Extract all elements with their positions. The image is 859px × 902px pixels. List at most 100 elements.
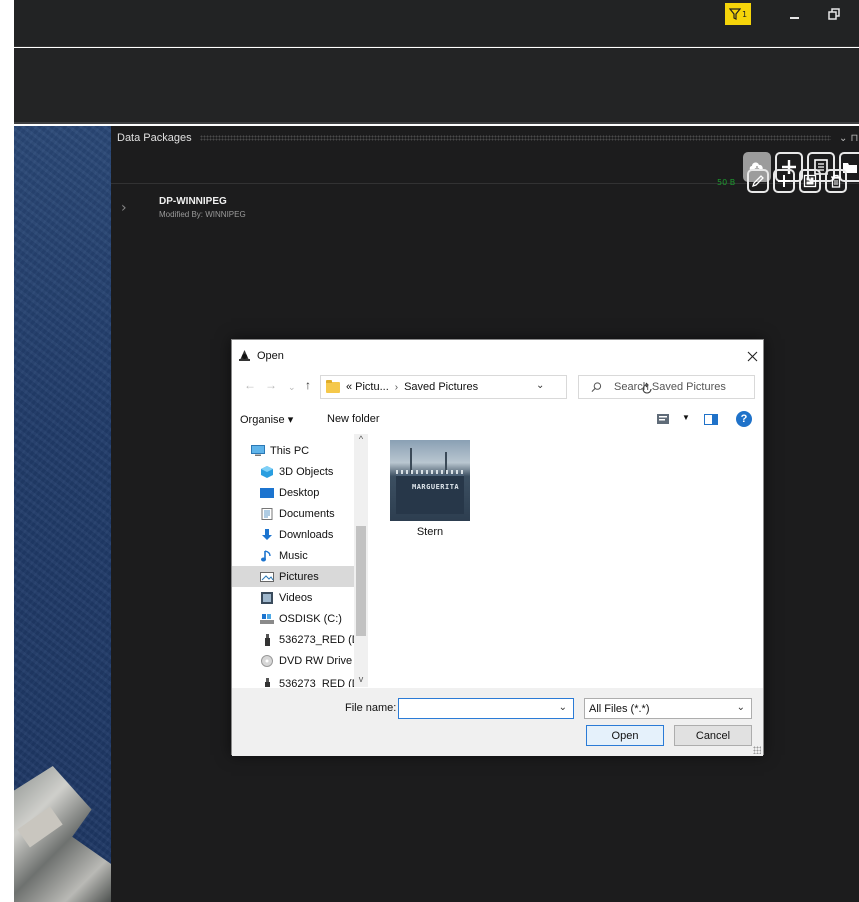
panel-pin-icon[interactable]: ⌄ ⊓ bbox=[839, 133, 859, 144]
nav-item-downloads[interactable]: Downloads bbox=[232, 524, 354, 545]
minimize-button[interactable] bbox=[788, 3, 802, 25]
file-type-select[interactable]: All Files (*.*) ⌄ bbox=[584, 698, 752, 719]
scroll-down-icon[interactable]: v bbox=[354, 674, 368, 686]
forward-arrow-icon[interactable]: → bbox=[265, 378, 277, 392]
nav-item-label: Desktop bbox=[279, 486, 320, 499]
file-list: MARGUERITA Stern bbox=[372, 434, 763, 687]
panel-drag-handle[interactable] bbox=[199, 135, 831, 141]
breadcrumb-saved-pictures[interactable]: Saved Pictures bbox=[404, 381, 478, 393]
nav-item-usb-drive-2[interactable]: 536273_RED (D:) bbox=[232, 673, 366, 687]
ribbon-area bbox=[14, 48, 859, 124]
address-bar[interactable]: « Pictu... › Saved Pictures ⌄ bbox=[320, 375, 652, 399]
nav-item-videos[interactable]: Videos bbox=[232, 587, 354, 608]
search-box[interactable] bbox=[578, 375, 755, 399]
dvd-icon bbox=[261, 654, 273, 667]
delete-package-button[interactable] bbox=[825, 169, 847, 193]
navigation-pane: This PC 3D Objects Desktop Documents Dow… bbox=[232, 434, 368, 687]
restore-icon bbox=[828, 8, 840, 20]
nav-item-label: This PC bbox=[270, 444, 310, 457]
dialog-title: Open bbox=[257, 350, 284, 362]
view-dropdown-icon[interactable]: ▼ bbox=[682, 413, 690, 422]
nav-item-pictures[interactable]: Pictures bbox=[232, 566, 354, 587]
nav-item-label: Videos bbox=[279, 591, 313, 604]
help-button[interactable]: ? bbox=[736, 411, 752, 427]
chevron-right-icon[interactable]: › bbox=[121, 200, 131, 216]
computer-icon bbox=[251, 444, 265, 456]
package-modified: Modified By: WINNIPEG bbox=[159, 210, 246, 219]
nav-item-this-pc[interactable]: This PC bbox=[232, 440, 354, 461]
nav-item-dvd-drive[interactable]: DVD RW Drive (E bbox=[232, 650, 366, 671]
package-size: 50 B bbox=[717, 178, 736, 187]
file-name-label: Stern bbox=[416, 526, 444, 538]
nav-item-osdisk[interactable]: OSDISK (C:) bbox=[232, 608, 354, 629]
dialog-footer: File name: ⌄ All Files (*.*) ⌄ Open Canc… bbox=[232, 688, 763, 756]
open-button[interactable]: Open bbox=[586, 725, 664, 746]
back-arrow-icon[interactable]: ← bbox=[244, 378, 256, 392]
file-name-combobox[interactable]: ⌄ bbox=[398, 698, 574, 719]
filter-badge[interactable]: 1 bbox=[725, 3, 751, 25]
preview-pane-icon[interactable] bbox=[704, 414, 718, 425]
ship-name-text: MARGUERITA bbox=[412, 483, 460, 491]
dialog-titlebar[interactable]: Open bbox=[232, 340, 763, 370]
nav-item-desktop[interactable]: Desktop bbox=[232, 482, 354, 503]
trash-icon bbox=[831, 174, 841, 188]
desktop-icon bbox=[260, 487, 274, 498]
nav-item-label: Documents bbox=[279, 507, 335, 520]
map-view[interactable] bbox=[14, 126, 111, 902]
file-item[interactable]: MARGUERITA Stern bbox=[388, 440, 472, 542]
contents-icon bbox=[803, 174, 817, 188]
open-file-dialog: Open ← → ⌄ ↑ « Pictu... › Saved Pictures… bbox=[231, 339, 764, 756]
3d-objects-icon bbox=[261, 465, 273, 478]
minimize-icon bbox=[790, 17, 799, 19]
search-icon bbox=[591, 382, 602, 392]
dialog-close-button[interactable] bbox=[742, 346, 762, 366]
nav-item-label: OSDISK (C:) bbox=[279, 612, 342, 625]
package-actions bbox=[747, 169, 847, 193]
add-item-button[interactable] bbox=[773, 169, 795, 193]
nav-item-music[interactable]: Music bbox=[232, 545, 354, 566]
pencil-icon bbox=[751, 175, 764, 188]
edit-package-button[interactable] bbox=[747, 169, 769, 193]
new-folder-button[interactable]: New folder bbox=[327, 413, 380, 425]
nav-item-label: Music bbox=[279, 549, 308, 562]
breadcrumb-pictures[interactable]: Pictu... bbox=[355, 381, 389, 393]
plus-icon bbox=[778, 175, 790, 187]
nav-item-usb-drive[interactable]: 536273_RED (D:) bbox=[232, 629, 366, 650]
scroll-up-icon[interactable]: ^ bbox=[354, 434, 368, 446]
dialog-navbar: ← → ⌄ ↑ « Pictu... › Saved Pictures ⌄ bbox=[232, 372, 763, 400]
file-type-value: All Files (*.*) bbox=[589, 702, 650, 715]
chevron-down-icon[interactable]: ⌄ bbox=[559, 702, 567, 713]
panel-header: Data Packages ⌄ ⊓ bbox=[111, 126, 859, 150]
command-bar: Organise ▾ New folder ▼ ? bbox=[232, 408, 763, 432]
search-input[interactable] bbox=[614, 381, 754, 393]
breadcrumb-overflow[interactable]: « bbox=[346, 381, 352, 393]
contents-button[interactable] bbox=[799, 169, 821, 193]
resize-grip[interactable] bbox=[753, 746, 761, 754]
scroll-thumb[interactable] bbox=[356, 526, 366, 636]
window-edge bbox=[0, 0, 14, 902]
package-row[interactable]: › DP-WINNIPEG Modified By: WINNIPEG bbox=[111, 192, 859, 228]
chevron-down-icon[interactable]: ⌄ bbox=[737, 702, 745, 713]
view-options-icon[interactable] bbox=[657, 414, 669, 424]
close-icon bbox=[747, 351, 757, 361]
download-arrow-icon bbox=[262, 528, 272, 540]
drive-icon bbox=[260, 613, 274, 624]
recent-locations-icon[interactable]: ⌄ bbox=[288, 382, 296, 393]
usb-drive-icon bbox=[265, 633, 270, 646]
nav-item-label: Downloads bbox=[279, 528, 334, 541]
nav-item-3d-objects[interactable]: 3D Objects bbox=[232, 461, 354, 482]
breadcrumb-separator-icon[interactable]: › bbox=[395, 382, 398, 393]
app-icon bbox=[239, 350, 250, 361]
image-thumbnail: MARGUERITA bbox=[390, 440, 470, 521]
address-dropdown-icon[interactable]: ⌄ bbox=[536, 380, 544, 391]
panel-title: Data Packages bbox=[117, 132, 192, 144]
nav-item-documents[interactable]: Documents bbox=[232, 503, 354, 524]
app-titlebar: 1 bbox=[14, 0, 859, 47]
file-name-input[interactable] bbox=[403, 702, 559, 715]
organise-button[interactable]: Organise ▾ bbox=[240, 413, 293, 426]
nav-item-label: 3D Objects bbox=[279, 465, 334, 478]
restore-button[interactable] bbox=[827, 3, 841, 25]
up-arrow-icon[interactable]: ↑ bbox=[305, 378, 311, 392]
cancel-button[interactable]: Cancel bbox=[674, 725, 752, 746]
nav-scrollbar[interactable]: ^ v bbox=[354, 434, 368, 687]
